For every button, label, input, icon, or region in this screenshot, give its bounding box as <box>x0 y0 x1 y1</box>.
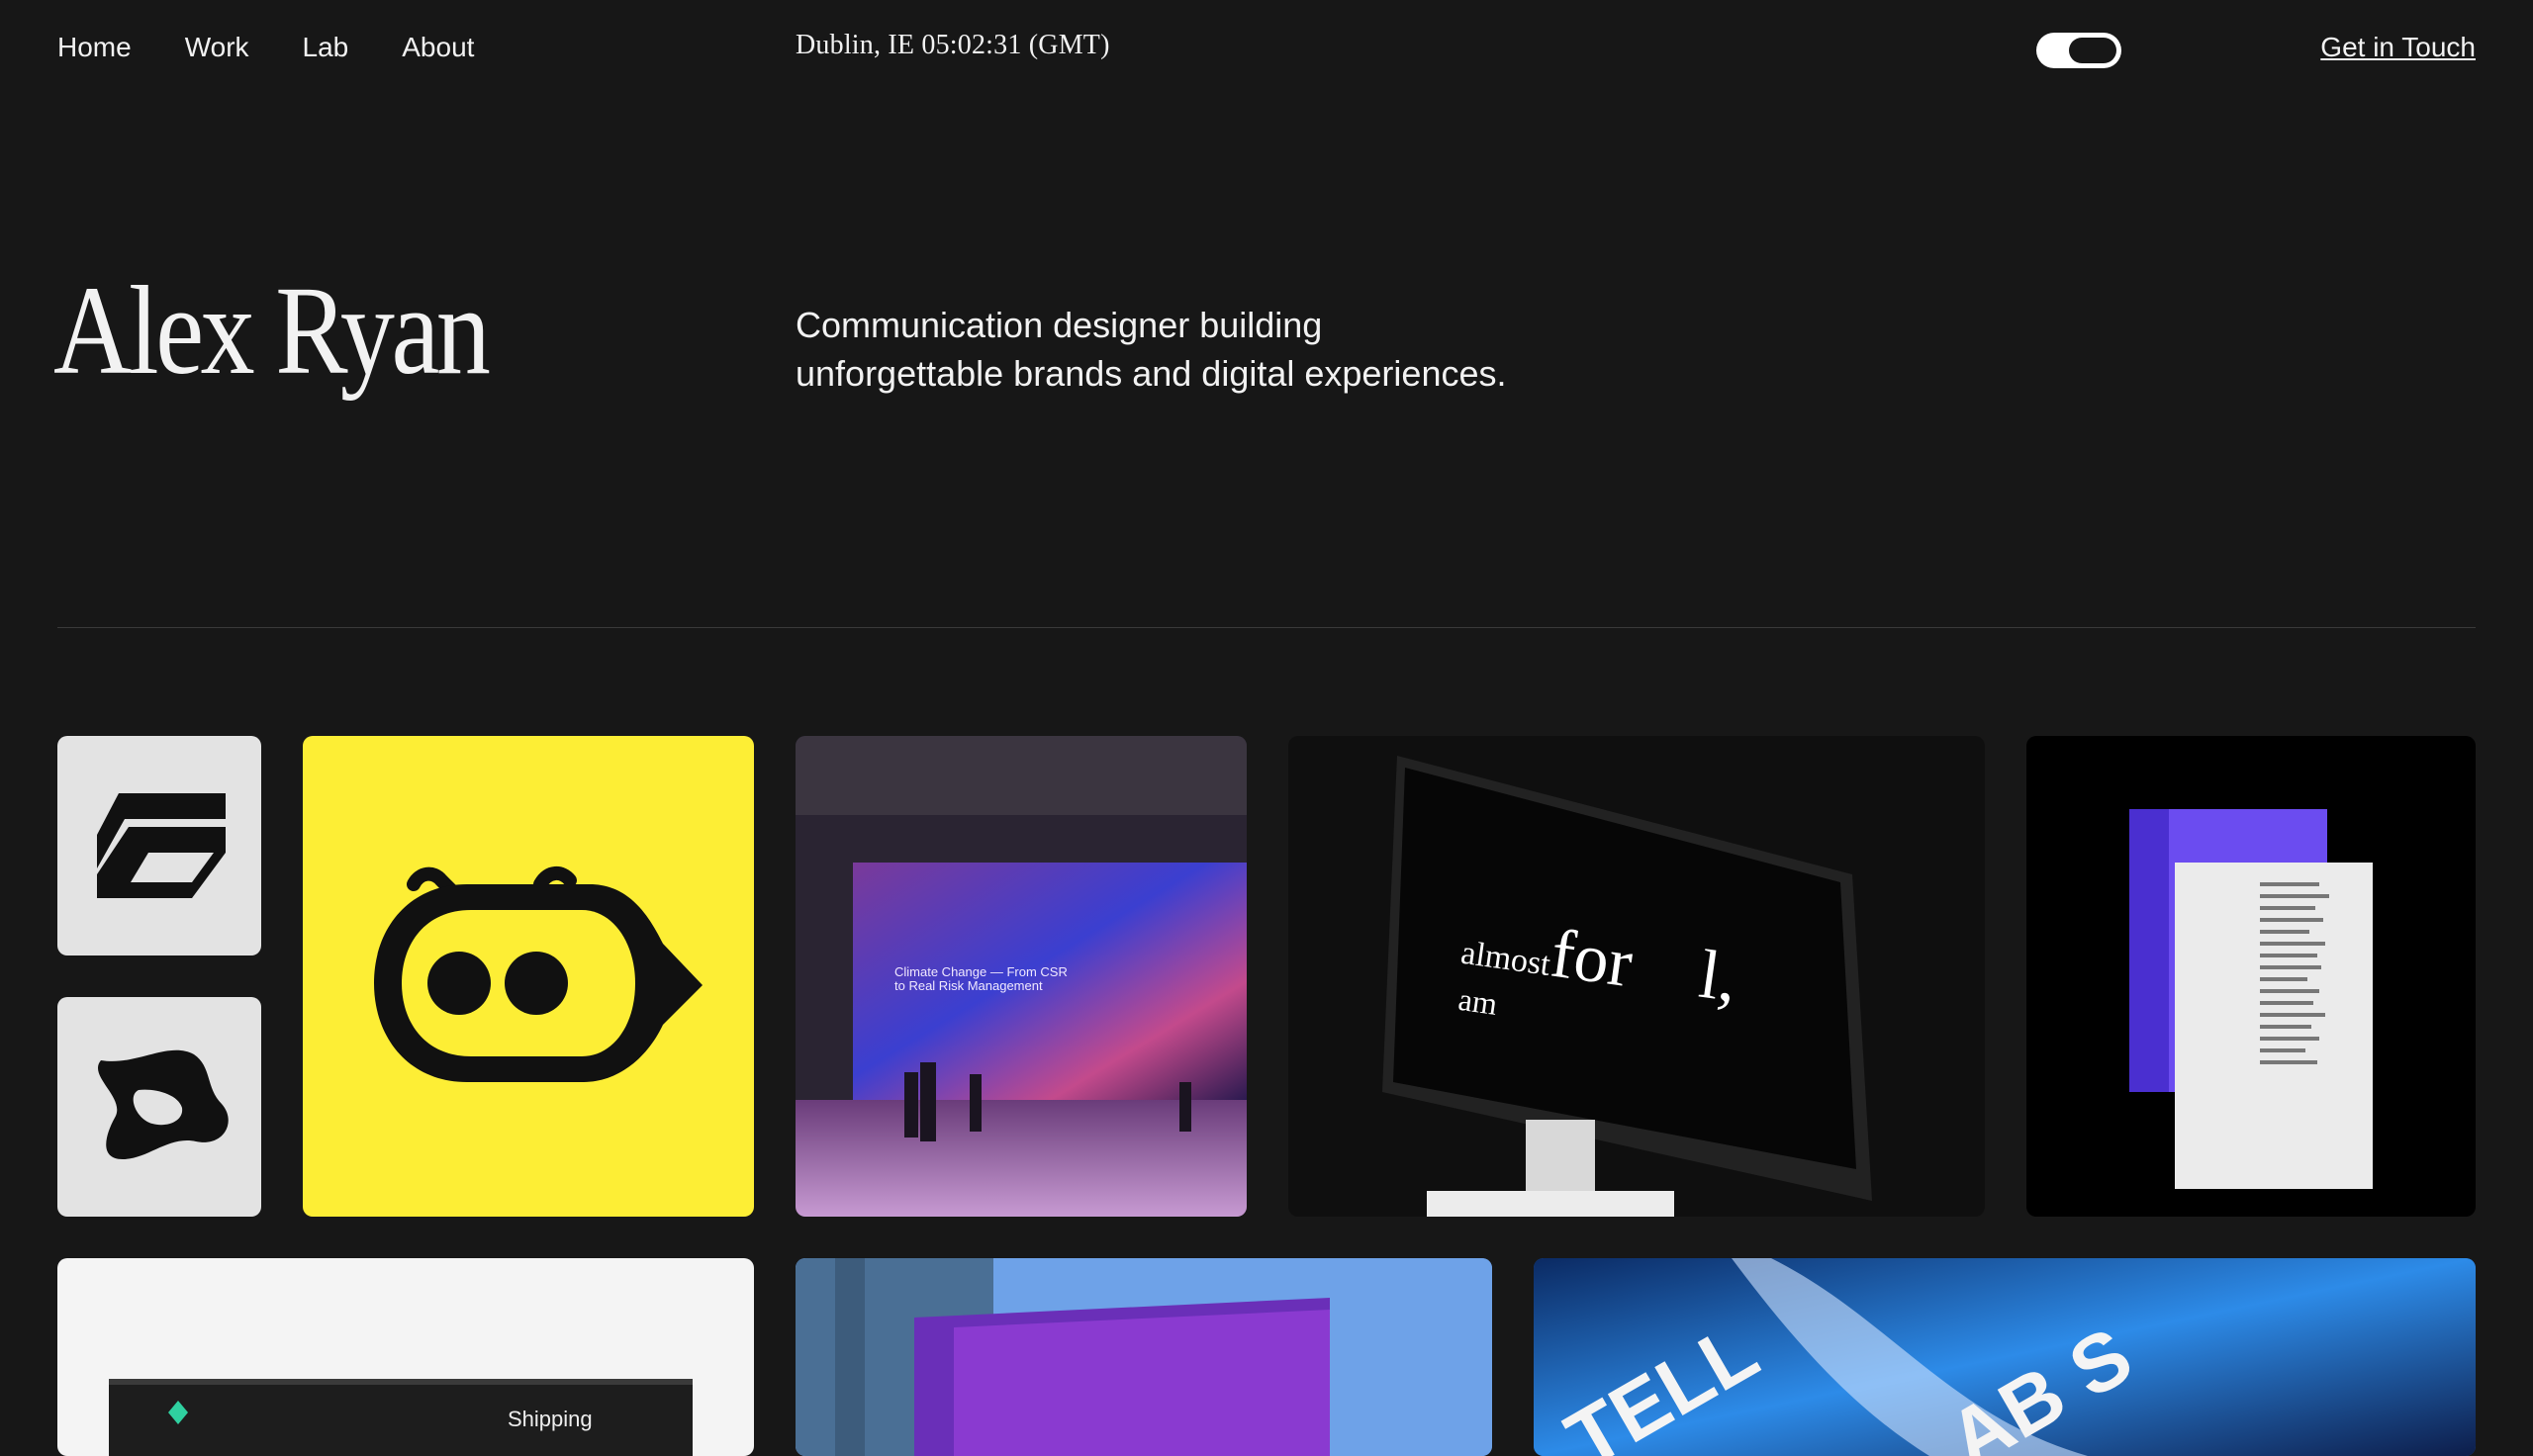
work-tile-monitor[interactable]: almostfor l, am <box>1288 736 1985 1217</box>
work-tile-folded-logo[interactable] <box>57 736 261 956</box>
location-clock: Dublin, IE 05:02:31 (GMT) <box>796 30 1110 60</box>
tagline-line-2: unforgettable brands and digital experie… <box>796 353 1507 394</box>
work-tile-shipping[interactable]: Shipping <box>57 1258 754 1456</box>
hero-name: Alex Ryan <box>53 260 491 401</box>
work-tile-blob-logo[interactable] <box>57 997 261 1217</box>
top-navigation: Home Work Lab About Dublin, IE 05:02:31 … <box>0 0 2533 99</box>
work-tile-billboard[interactable] <box>796 1258 1492 1456</box>
toggle-switch-icon <box>2069 38 2116 63</box>
nav-link-about[interactable]: About <box>402 32 474 63</box>
event-caption: Climate Change — From CSR to Real Risk M… <box>894 965 1073 993</box>
work-tile-poster[interactable] <box>2026 736 2476 1217</box>
nav-link-lab[interactable]: Lab <box>303 32 349 63</box>
nav-link-work[interactable]: Work <box>185 32 249 63</box>
monitor-word-for: for <box>1546 915 1638 1003</box>
folded-logo-icon <box>97 793 226 898</box>
bee-mascot-icon <box>374 866 703 1082</box>
monitor-word-almost: almost <box>1458 934 1553 983</box>
blob-logo-icon <box>97 1049 229 1159</box>
get-in-touch-link[interactable]: Get in Touch <box>2320 32 2476 63</box>
work-tile-lab[interactable]: TELL AB S <box>1534 1258 2476 1456</box>
section-divider <box>57 627 2476 628</box>
hero-tagline: Communication designer building unforget… <box>796 301 1686 398</box>
tagline-line-1: Communication designer building <box>796 305 1323 345</box>
theme-toggle[interactable] <box>2036 33 2121 68</box>
shipping-label: Shipping <box>508 1407 593 1431</box>
nav-links: Home Work Lab About <box>57 32 474 63</box>
billboard-image <box>796 1258 1492 1456</box>
work-tile-climate-event[interactable]: Climate Change — From CSR to Real Risk M… <box>796 736 1247 1217</box>
event-caption-line-1: Climate Change — From CSR <box>894 964 1068 979</box>
nav-link-home[interactable]: Home <box>57 32 132 63</box>
monitor-word-am: am <box>1455 980 1500 1022</box>
event-caption-line-2: to Real Risk Management <box>894 978 1043 993</box>
work-tile-bee-mascot[interactable] <box>303 736 754 1217</box>
poster-image <box>2129 809 2373 1189</box>
shipping-container-image <box>109 1379 693 1456</box>
